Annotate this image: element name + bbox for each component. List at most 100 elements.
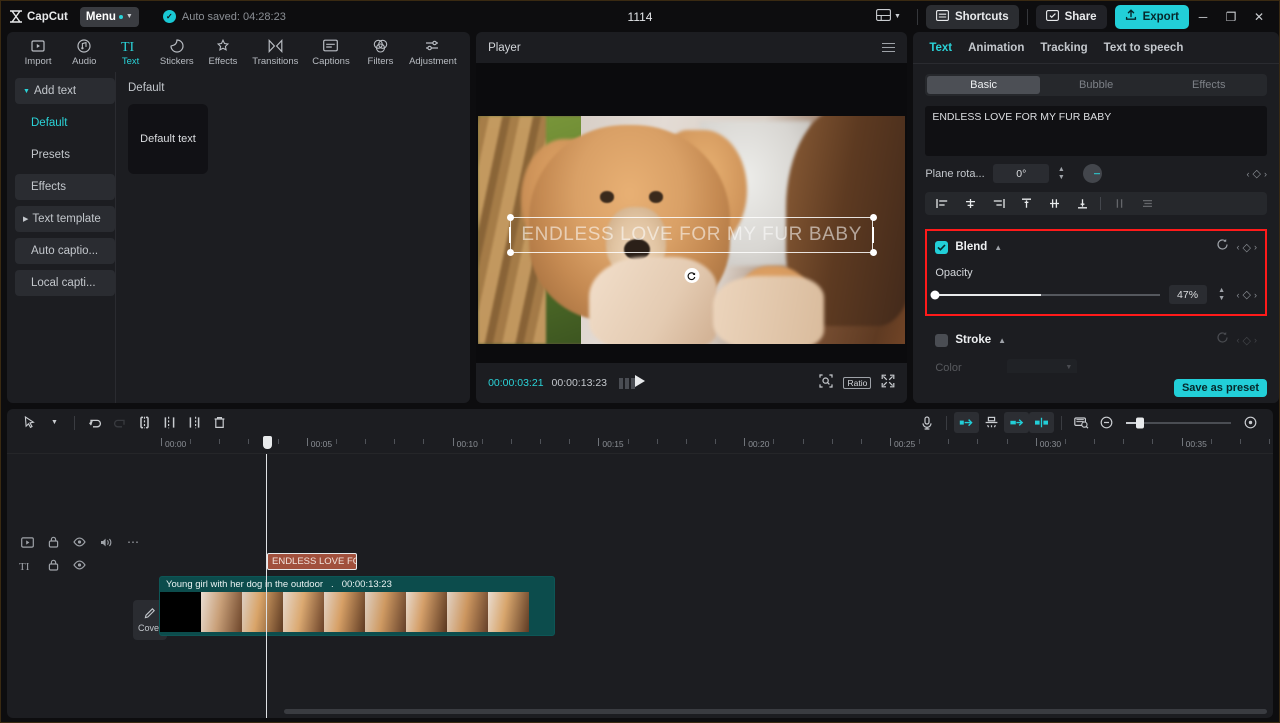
minimize-button[interactable]: ─ (1189, 4, 1217, 30)
align-left-button[interactable] (929, 194, 955, 213)
tab-filters[interactable]: Filters (357, 32, 403, 72)
record-voiceover-button[interactable] (914, 412, 939, 433)
video-preview[interactable]: ENDLESS LOVE FOR MY FUR BABY (478, 116, 906, 344)
stroke-keyframe-nav[interactable]: ‹ ◇ › (1237, 334, 1257, 347)
keyframe-prev-icon[interactable]: ‹ (1237, 290, 1240, 300)
tab-animation[interactable]: Animation (968, 42, 1024, 54)
trim-end-button[interactable] (182, 412, 207, 433)
current-time[interactable]: 00:00:03:21 (488, 377, 543, 389)
plane-rotation-stepper[interactable]: ▲ ▼ (1055, 166, 1067, 181)
distribute-horizontal-button[interactable] (1134, 194, 1160, 213)
video-clip[interactable]: Young girl with her dog in the outdoor .… (159, 576, 555, 636)
default-text-card[interactable]: Default text (128, 104, 208, 174)
undo-button[interactable] (82, 412, 107, 433)
timeline-ruler[interactable]: 00:00 00:05 00:10 00:15 00:20 00:25 00:30 00:35 (7, 436, 1273, 454)
tab-captions[interactable]: Captions (305, 32, 358, 72)
play-button[interactable] (634, 374, 646, 393)
redo-button[interactable] (107, 412, 132, 433)
shortcuts-button[interactable]: Shortcuts (925, 4, 1019, 29)
lock-icon[interactable] (48, 559, 59, 571)
segment-bubble[interactable]: Bubble (1040, 76, 1153, 94)
opacity-slider-knob[interactable] (930, 290, 940, 299)
text-clip[interactable]: ENDLESS LOVE FO (267, 553, 357, 570)
resize-handle-top-right[interactable] (869, 213, 877, 221)
zoom-fit-button[interactable] (1238, 412, 1263, 433)
delete-button[interactable] (207, 412, 232, 433)
visibility-icon[interactable] (73, 537, 86, 547)
tab-text-to-speech[interactable]: Text to speech (1104, 42, 1184, 54)
stroke-checkbox[interactable] (935, 333, 949, 347)
rotation-dial[interactable] (1083, 164, 1103, 183)
tab-tracking[interactable]: Tracking (1040, 42, 1087, 54)
select-tool-button[interactable] (17, 412, 42, 433)
rotation-keyframe-nav[interactable]: ‹ ◇ › (1247, 167, 1267, 180)
resize-handle-bottom-left[interactable] (506, 249, 514, 257)
split-button[interactable] (132, 412, 157, 433)
keyframe-diamond-icon[interactable]: ◇ (1243, 334, 1251, 347)
save-as-preset-button[interactable]: Save as preset (1173, 379, 1267, 397)
keyframe-prev-icon[interactable]: ‹ (1237, 335, 1240, 345)
keyframe-prev-icon[interactable]: ‹ (1247, 169, 1250, 179)
align-center-horizontal-button[interactable] (957, 194, 983, 213)
share-button[interactable]: Share (1035, 4, 1107, 29)
plane-rotation-input[interactable]: 0° (993, 164, 1050, 183)
zoom-slider[interactable] (1126, 417, 1231, 428)
playhead-handle[interactable] (263, 436, 272, 449)
mute-icon[interactable] (100, 537, 113, 548)
distribute-vertical-button[interactable] (1106, 194, 1132, 213)
tab-text[interactable]: TI Text (107, 32, 153, 72)
align-middle-vertical-button[interactable] (1041, 194, 1067, 213)
chevron-up-icon[interactable]: ▲ (994, 243, 1002, 252)
segment-basic[interactable]: Basic (927, 76, 1040, 94)
resize-handle-bottom-right[interactable] (869, 249, 877, 257)
keyframe-next-icon[interactable]: › (1264, 169, 1267, 179)
auto-fit-left-button[interactable] (954, 412, 979, 433)
sidebar-item-default[interactable]: Default (15, 110, 115, 136)
opacity-slider[interactable] (930, 290, 1160, 299)
keyframe-prev-icon[interactable]: ‹ (1237, 242, 1240, 252)
align-top-button[interactable] (1013, 194, 1039, 213)
tab-transitions[interactable]: Transitions (246, 32, 304, 72)
text-selection-box[interactable]: ENDLESS LOVE FOR MY FUR BABY (506, 213, 877, 257)
reset-icon[interactable] (1216, 331, 1229, 349)
keyframe-next-icon[interactable]: › (1254, 290, 1257, 300)
tab-effects[interactable]: Effects (200, 32, 246, 72)
blend-keyframe-nav[interactable]: ‹ ◇ › (1237, 241, 1257, 254)
more-options-icon[interactable]: ⋯ (127, 535, 140, 549)
align-right-button[interactable] (985, 194, 1011, 213)
sidebar-item-auto-captions[interactable]: Auto captio... (15, 238, 115, 264)
sidebar-item-text-template[interactable]: ▶ Text template (15, 206, 115, 232)
tab-stickers[interactable]: Stickers (154, 32, 200, 72)
blend-checkbox[interactable] (935, 240, 949, 254)
playhead-line[interactable] (266, 454, 267, 718)
split-at-playhead-button[interactable] (1029, 412, 1054, 433)
tab-text-properties[interactable]: Text (929, 42, 952, 54)
align-bottom-button[interactable] (1069, 194, 1095, 213)
link-clip-button[interactable] (1004, 412, 1029, 433)
resize-handle-right[interactable] (872, 227, 875, 244)
tab-import[interactable]: Import (15, 32, 61, 72)
sidebar-item-presets[interactable]: Presets (15, 142, 115, 168)
menu-button[interactable]: Menu ▼ (79, 6, 139, 27)
zoom-slider-knob[interactable] (1135, 417, 1144, 428)
keyframe-next-icon[interactable]: › (1254, 335, 1257, 345)
opacity-stepper[interactable]: ▲ ▼ (1216, 287, 1228, 302)
close-button[interactable]: ✕ (1245, 4, 1273, 30)
text-input-area[interactable]: ENDLESS LOVE FOR MY FUR BABY (925, 106, 1267, 156)
reset-icon[interactable] (1216, 238, 1229, 256)
mirror-button[interactable] (979, 412, 1004, 433)
keyframe-next-icon[interactable]: › (1254, 242, 1257, 252)
tab-audio[interactable]: Audio (61, 32, 107, 72)
keyframe-diamond-icon[interactable]: ◇ (1243, 241, 1251, 254)
timeline-horizontal-scrollbar[interactable] (284, 709, 1267, 714)
layout-switch-button[interactable]: ▼ (868, 5, 909, 29)
sidebar-item-add-text[interactable]: ▼ Add text (15, 78, 115, 104)
keyframe-diamond-icon[interactable]: ◇ (1243, 288, 1251, 301)
tab-adjustment[interactable]: Adjustment (404, 32, 462, 72)
resize-handle-top-left[interactable] (506, 213, 514, 221)
segment-effects[interactable]: Effects (1152, 76, 1265, 94)
lock-icon[interactable] (48, 536, 59, 548)
sidebar-item-effects[interactable]: Effects (15, 174, 115, 200)
export-button[interactable]: Export (1114, 4, 1189, 29)
maximize-button[interactable]: ❐ (1217, 4, 1245, 30)
